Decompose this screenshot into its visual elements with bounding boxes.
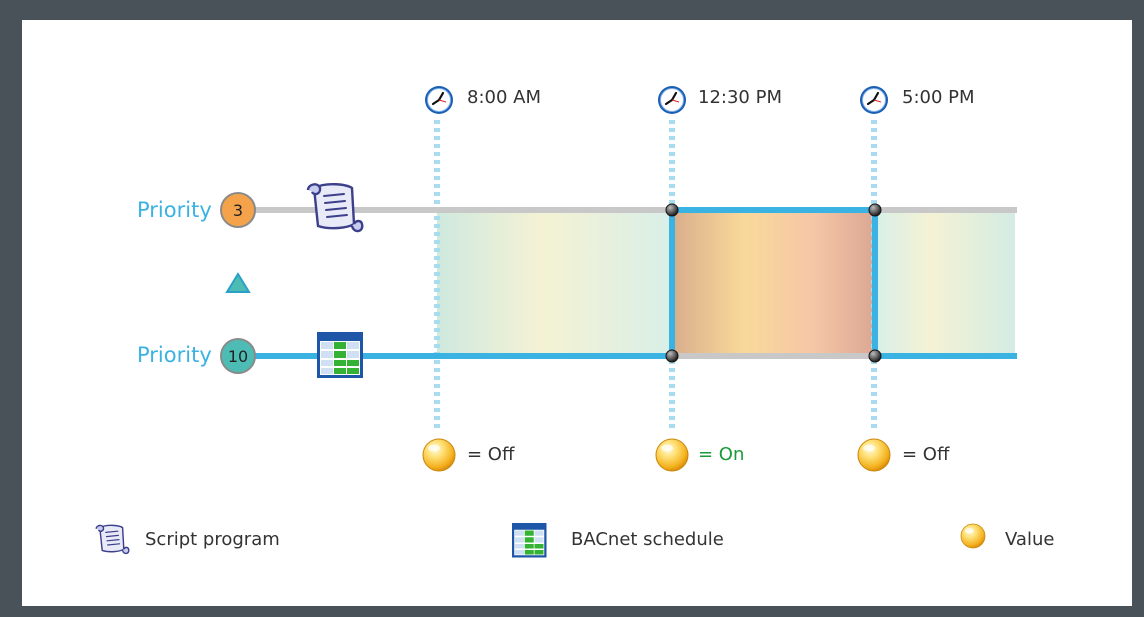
priority-10-number: 10: [228, 347, 248, 366]
clock-icon: [656, 84, 688, 116]
priority-3-number: 3: [233, 201, 243, 220]
priority-schedule-diagram: 8:00 AM 12:30 PM 5:00 PM = Off = On = Of…: [0, 0, 1144, 617]
band-on: [673, 210, 875, 356]
node-icon: [665, 349, 679, 363]
band-off-evening: [875, 210, 1015, 356]
band-off-morning: [437, 210, 673, 356]
legend-schedule-label: BACnet schedule: [571, 529, 724, 550]
clock-icon: [423, 84, 455, 116]
bacnet-schedule-icon: [512, 523, 547, 558]
value-bulb-icon: [655, 438, 689, 472]
value-label-2: = On: [698, 444, 744, 465]
priority-3-label: Priority: [137, 198, 212, 222]
node-icon: [868, 349, 882, 363]
time-label-3: 5:00 PM: [902, 87, 975, 108]
value-bulb-icon: [857, 438, 891, 472]
time-label-1: 8:00 AM: [467, 87, 541, 108]
node-icon: [665, 203, 679, 217]
value-bulb-icon: [960, 523, 986, 549]
value-label-3: = Off: [902, 444, 950, 465]
clock-icon: [858, 84, 890, 116]
legend-script-label: Script program: [145, 529, 280, 550]
bacnet-schedule-icon: [317, 332, 363, 378]
legend-value-label: Value: [1005, 529, 1054, 550]
diagram-frame: 8:00 AM 12:30 PM 5:00 PM = Off = On = Of…: [0, 0, 1144, 617]
value-label-1: = Off: [467, 444, 515, 465]
value-bulb-icon: [422, 438, 456, 472]
time-label-2: 12:30 PM: [698, 87, 782, 108]
node-icon: [868, 203, 882, 217]
priority-10-label: Priority: [137, 343, 212, 367]
